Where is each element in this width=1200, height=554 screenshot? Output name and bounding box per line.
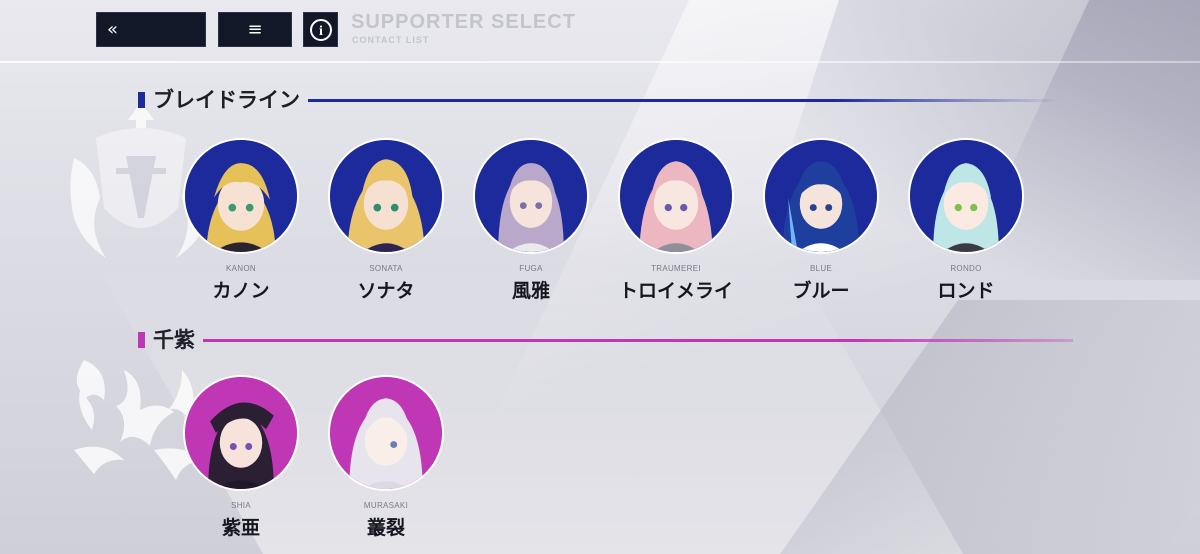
avatar (618, 138, 734, 254)
character-romaji: BLUE (809, 264, 833, 273)
character-romaji: SHIA (231, 501, 251, 510)
double-chevron-left-icon: « (107, 19, 119, 40)
header-bar: « ≡ i SUPPORTER SELECT CONTACT LIST (0, 0, 1200, 63)
character-name: 叢裂 (366, 517, 405, 539)
character-romaji: KANON (226, 264, 256, 273)
avatar (183, 375, 299, 491)
page-title: SUPPORTER SELECT (351, 11, 576, 33)
character-card-kanon[interactable]: KANON カノン (176, 138, 306, 302)
group-divider (203, 338, 1073, 342)
avatar (763, 138, 879, 254)
character-romaji: FUGA (519, 264, 543, 273)
character-card-traumerei[interactable]: TRAUMEREI トロイメライ (611, 138, 741, 302)
avatar (183, 138, 299, 254)
menu-button[interactable]: ≡ (218, 12, 292, 47)
character-romaji: TRAUMEREI (651, 264, 701, 273)
group-header-chishi: 千紫 (138, 328, 1073, 352)
character-card-shia[interactable]: SHIA 紫亜 (176, 375, 306, 539)
avatar (473, 138, 589, 254)
info-button[interactable]: i (303, 12, 338, 47)
character-card-sonata[interactable]: SONATA ソナタ (321, 138, 451, 302)
group-title: ブレイドライン (153, 88, 300, 112)
character-card-murasaki[interactable]: MURASAKI 叢裂 (321, 375, 451, 539)
group-marker (138, 332, 145, 348)
character-card-blue[interactable]: BLUE ブルー (756, 138, 886, 302)
back-button[interactable]: « (96, 12, 206, 47)
avatar (328, 138, 444, 254)
group-title: 千紫 (153, 328, 195, 352)
svg-text:i: i (319, 24, 323, 39)
character-name: ロンド (937, 280, 995, 302)
character-card-rondo[interactable]: RONDO ロンド (901, 138, 1031, 302)
character-romaji: RONDO (950, 264, 982, 273)
character-romaji: MURASAKI (363, 501, 409, 510)
avatar (328, 375, 444, 491)
page-subtitle: CONTACT LIST (352, 35, 430, 45)
avatar (908, 138, 1024, 254)
group-divider (308, 98, 1060, 102)
header-divider (0, 61, 1200, 63)
hamburger-menu-icon: ≡ (247, 19, 263, 40)
character-card-fuga[interactable]: FUGA 風雅 (466, 138, 596, 302)
group-header-bladeline: ブレイドライン (138, 88, 1060, 112)
group-marker (138, 92, 145, 108)
info-icon: i (309, 18, 332, 41)
character-romaji: SONATA (369, 264, 403, 273)
